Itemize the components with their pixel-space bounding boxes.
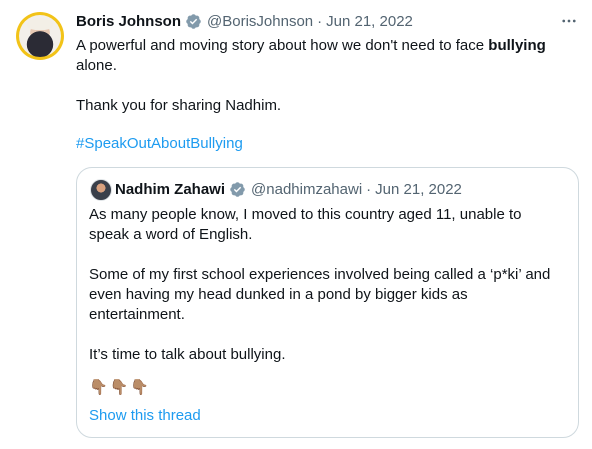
verified-badge-icon bbox=[185, 13, 202, 30]
quoted-tweet-text: As many people know, I moved to this cou… bbox=[89, 205, 564, 365]
quoted-paragraph: It’s time to talk about bullying. bbox=[89, 346, 286, 363]
author-avatar[interactable] bbox=[16, 12, 64, 60]
show-thread-link[interactable]: Show this thread bbox=[89, 407, 201, 424]
quoted-tweet-header: Nadhim Zahawi @nadhimzahawi · Jun 21, 20… bbox=[115, 178, 462, 200]
pointing-down-emoji: 👇🏽👇🏽👇🏽 bbox=[89, 379, 152, 396]
tweet-text-paragraph-1: A powerful and moving story about how we… bbox=[76, 36, 576, 76]
quoted-paragraph: Some of my first school experiences invo… bbox=[89, 266, 551, 323]
tweet[interactable]: Boris Johnson @BorisJohnson · Jun 21, 20… bbox=[0, 0, 592, 449]
meta-separator: · bbox=[317, 12, 323, 30]
tweet-date[interactable]: Jun 21, 2022 bbox=[326, 13, 413, 30]
meta-separator: · bbox=[366, 180, 372, 198]
tweet-text-bold: bullying bbox=[488, 37, 546, 54]
tweet-text-part: A powerful and moving story about how we… bbox=[76, 37, 489, 54]
hashtag-link[interactable]: #SpeakOutAboutBullying bbox=[76, 134, 243, 154]
quoted-tweet-date: Jun 21, 2022 bbox=[375, 180, 462, 198]
verified-badge-icon bbox=[229, 181, 246, 198]
quoted-paragraph: As many people know, I moved to this cou… bbox=[89, 206, 522, 243]
author-handle[interactable]: @BorisJohnson bbox=[207, 13, 313, 30]
tweet-text: A powerful and moving story about how we… bbox=[76, 36, 576, 116]
tweet-header: Boris Johnson @BorisJohnson · Jun 21, 20… bbox=[76, 10, 576, 32]
avatar-hair bbox=[27, 18, 53, 30]
quoted-author-avatar bbox=[90, 179, 112, 201]
author-avatar-image bbox=[19, 15, 61, 57]
quoted-author-name: Nadhim Zahawi bbox=[115, 180, 226, 198]
author-name[interactable]: Boris Johnson bbox=[76, 13, 181, 30]
tweet-text-paragraph-2: Thank you for sharing Nadhim. bbox=[76, 97, 282, 114]
quoted-author-handle: @nadhimzahawi bbox=[251, 180, 363, 198]
more-horizontal-icon[interactable] bbox=[560, 12, 578, 30]
tweet-text-part: alone. bbox=[76, 57, 117, 74]
quoted-tweet[interactable]: Nadhim Zahawi @nadhimzahawi · Jun 21, 20… bbox=[76, 167, 579, 438]
